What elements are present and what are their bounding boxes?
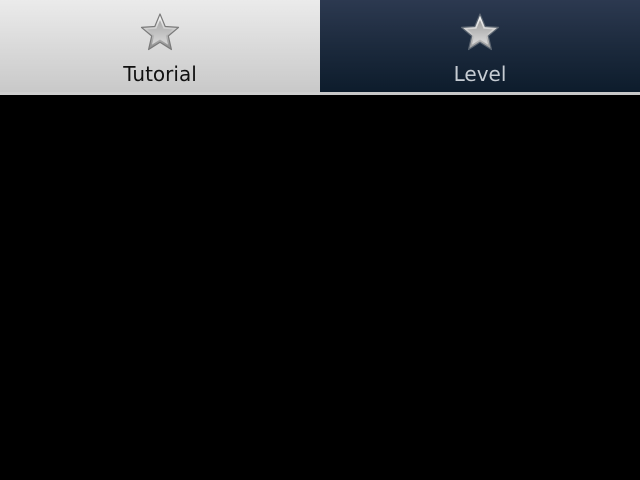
tab-bar: Tutorial Level (0, 0, 640, 95)
star-icon (140, 13, 180, 51)
tab-label: Tutorial (123, 62, 197, 86)
tab-label: Level (453, 62, 507, 86)
app-screen: Tutorial Level (0, 0, 640, 480)
tab-level[interactable]: Level (320, 0, 640, 95)
star-icon (460, 13, 500, 51)
tab-tutorial[interactable]: Tutorial (0, 0, 320, 95)
tab-content-area (0, 95, 640, 480)
